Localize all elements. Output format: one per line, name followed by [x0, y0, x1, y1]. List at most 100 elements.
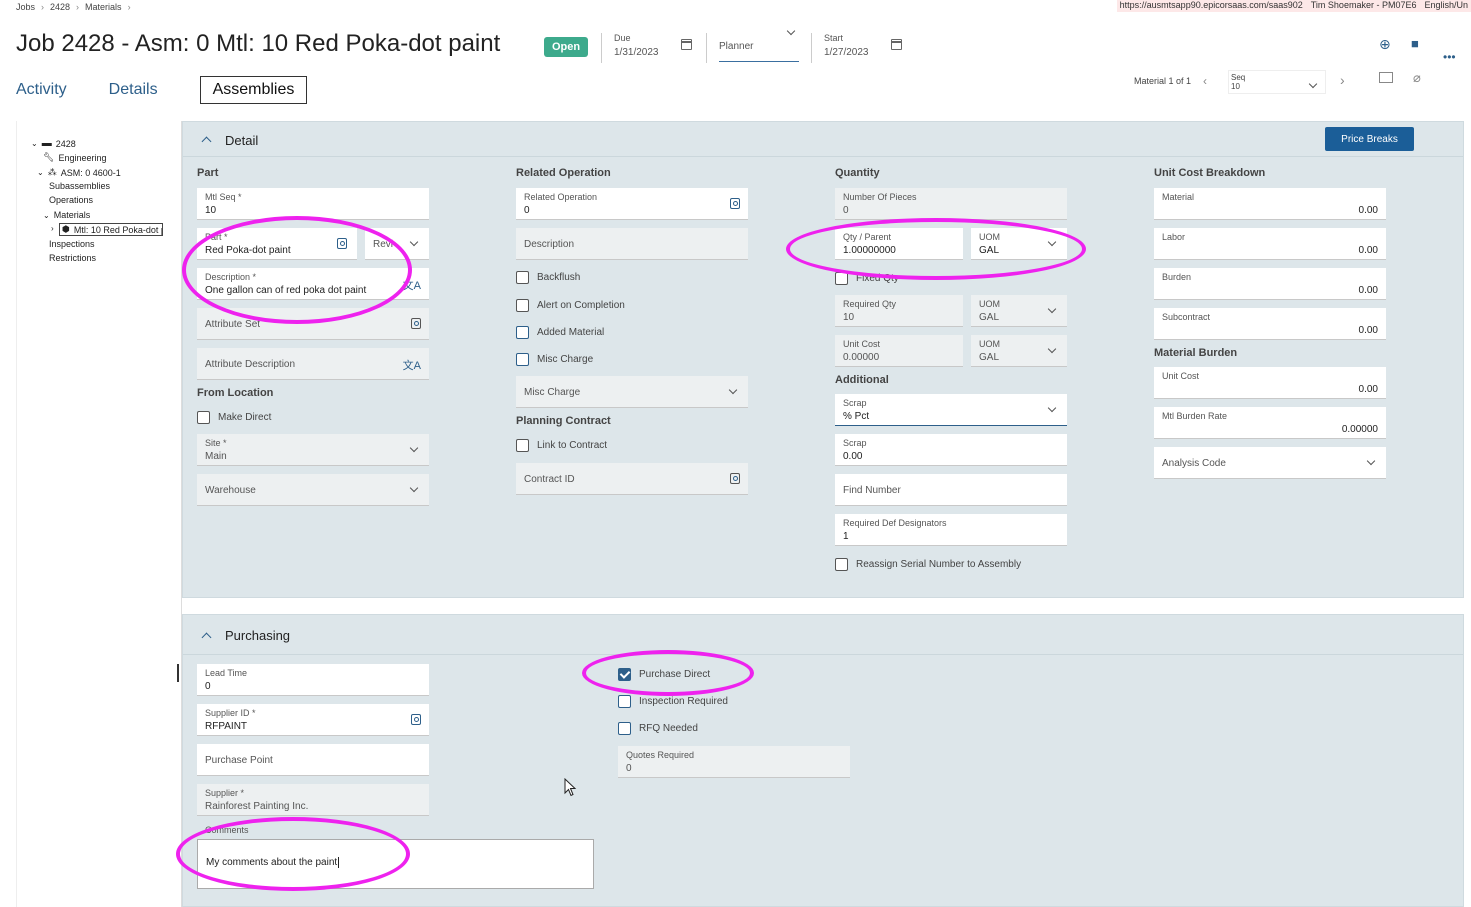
warehouse-dropdown[interactable]: Warehouse — [197, 474, 429, 506]
burden-unit-cost-field[interactable]: Unit Cost 0.00 — [1154, 367, 1386, 399]
page-title: Job 2428 - Asm: 0 Mtl: 10 Red Poka-dot p… — [16, 30, 501, 57]
search-icon[interactable] — [337, 238, 347, 249]
make-direct-checkbox[interactable]: Make Direct — [197, 411, 271, 424]
detail-title: Detail — [225, 133, 259, 148]
breadcrumb-materials[interactable]: Materials — [85, 2, 122, 12]
revision-dropdown[interactable]: Revi — [365, 228, 429, 260]
seq-label: Seq — [1231, 73, 1246, 82]
uom-dropdown[interactable]: UOM GAL — [971, 228, 1067, 260]
tree-materials[interactable]: ⌄ Materials — [43, 210, 90, 220]
comments-textarea[interactable]: My comments about the paint — [197, 839, 594, 889]
part-field[interactable]: Part * Red Poka-dot paint — [197, 228, 357, 260]
due-label: Due — [614, 33, 631, 43]
tree-panel: ⌄ ▬ 2428 🔧︎ Engineering ⌄ ⁂ ASM: 0 4600-1 Sub… — [16, 121, 182, 907]
tree-asm[interactable]: ⌄ ⁂ ASM: 0 4600-1 — [37, 167, 121, 178]
divider — [601, 33, 602, 63]
inspection-required-checkbox[interactable]: Inspection Required — [618, 695, 728, 708]
breadcrumb-job[interactable]: 2428 — [50, 2, 70, 12]
tree-inspections[interactable]: Inspections — [49, 239, 95, 249]
misc-charge-dropdown[interactable]: Misc Charge — [516, 376, 748, 408]
add-icon[interactable]: ⊕ — [1379, 36, 1391, 53]
prev-icon[interactable]: ‹ — [1203, 74, 1207, 88]
next-icon[interactable]: › — [1340, 72, 1345, 88]
breadcrumb: Jobs › 2428 › Materials › — [16, 2, 131, 12]
tree-subassemblies[interactable]: Subassemblies — [49, 181, 110, 191]
planning-contract-section: Planning Contract — [516, 415, 611, 427]
lead-time-field[interactable]: Lead Time 0 — [197, 664, 429, 696]
labor-cost-field[interactable]: Labor 0.00 — [1154, 228, 1386, 260]
translate-icon[interactable]: 文A — [403, 277, 421, 293]
misc-charge-checkbox[interactable]: Misc Charge — [516, 353, 593, 366]
more-icon[interactable]: ••• — [1443, 50, 1456, 64]
purchase-direct-checkbox[interactable]: Purchase Direct — [618, 668, 710, 681]
mtl-seq-field[interactable]: Mtl Seq * 10 — [197, 188, 429, 220]
from-location-section: From Location — [197, 387, 274, 399]
fixed-qty-checkbox[interactable]: Fixed Qty — [835, 272, 899, 285]
price-breaks-button[interactable]: Price Breaks — [1325, 127, 1414, 151]
search-icon[interactable] — [730, 473, 740, 484]
tab-details[interactable]: Details — [109, 77, 158, 103]
language[interactable]: English/Un — [1424, 0, 1468, 12]
collapse-icon[interactable] — [201, 632, 212, 643]
tree-mtl[interactable]: ⬢Mtl: 10 Red Poka-dot pai — [59, 223, 163, 236]
scrap-type-dropdown[interactable]: Scrap% Pct — [835, 394, 1067, 426]
tree-restrictions[interactable]: Restrictions — [49, 253, 96, 263]
search-icon[interactable] — [411, 714, 421, 725]
tree-operations[interactable]: Operations — [49, 195, 93, 205]
related-operation-field[interactable]: Related Operation 0 — [516, 188, 748, 220]
added-material-checkbox[interactable]: Added Material — [516, 326, 604, 339]
attribute-set-field[interactable]: Attribute Set — [197, 308, 429, 340]
find-number-field[interactable]: Find Number — [835, 474, 1067, 506]
start-field[interactable]: Start 1/27/2023 — [824, 33, 869, 58]
wrench-icon: 🔧︎ — [43, 152, 55, 162]
search-icon[interactable] — [730, 198, 740, 209]
tree-toggle[interactable]: › — [51, 224, 54, 233]
subcontract-cost-field[interactable]: Subcontract 0.00 — [1154, 308, 1386, 340]
due-field[interactable]: Due 1/31/2023 — [614, 33, 659, 58]
panel-icon[interactable] — [1379, 72, 1393, 83]
resize-handle[interactable] — [177, 664, 179, 682]
number-of-pieces-field: Number Of Pieces 0 — [835, 188, 1067, 220]
contract-id-field[interactable]: Contract ID — [516, 463, 748, 495]
search-icon[interactable] — [411, 318, 421, 329]
analysis-code-dropdown[interactable]: Analysis Code — [1154, 447, 1386, 479]
required-uom-dropdown[interactable]: UOM GAL — [971, 295, 1067, 327]
tree-engineering[interactable]: 🔧︎ Engineering — [43, 152, 106, 163]
user-bar: https://ausmtsapp90.epicorsaas.com/saas9… — [1116, 0, 1471, 12]
purchasing-header[interactable]: Purchasing — [183, 615, 1463, 655]
scrap-field[interactable]: Scrap 0.00 — [835, 434, 1067, 466]
breadcrumb-jobs[interactable]: Jobs — [16, 2, 35, 12]
description-field[interactable]: Description * One gallon can of red poka … — [197, 268, 429, 300]
save-icon[interactable]: ■ — [1411, 36, 1419, 51]
required-def-designators-field[interactable]: Required Def Designators 1 — [835, 514, 1067, 546]
purchase-point-field[interactable]: Purchase Point — [197, 744, 429, 776]
collapse-icon[interactable] — [201, 136, 212, 147]
calendar-icon[interactable] — [891, 39, 902, 50]
attachment-icon[interactable]: ⌀ — [1413, 70, 1421, 86]
qty-parent-field[interactable]: Qty / Parent 1.00000000 — [835, 228, 963, 260]
backflush-checkbox[interactable]: Backflush — [516, 271, 580, 284]
material-cost-field[interactable]: Material 0.00 — [1154, 188, 1386, 220]
calendar-icon[interactable] — [681, 39, 692, 50]
site-dropdown[interactable]: Site * Main — [197, 434, 429, 466]
planner-dropdown[interactable]: Planner — [719, 30, 799, 62]
reassign-serial-checkbox[interactable]: Reassign Serial Number to Assembly — [835, 558, 1021, 571]
rfq-needed-checkbox[interactable]: RFQ Needed — [618, 722, 698, 735]
tab-activity[interactable]: Activity — [16, 77, 67, 103]
tab-assemblies[interactable]: Assemblies — [199, 76, 308, 104]
supplier-id-field[interactable]: Supplier ID * RFPAINT — [197, 704, 429, 736]
mtl-burden-rate-field[interactable]: Mtl Burden Rate 0.00000 — [1154, 407, 1386, 439]
tab-bar: Activity Details Assemblies — [16, 76, 349, 104]
detail-header[interactable]: Detail — [183, 122, 1463, 157]
cost-uom-dropdown[interactable]: UOM GAL — [971, 335, 1067, 367]
url-text: https://ausmtsapp90.epicorsaas.com/saas9… — [1119, 0, 1303, 10]
link-contract-checkbox[interactable]: Link to Contract — [516, 439, 607, 452]
tree-root[interactable]: ⌄ ▬ 2428 — [31, 138, 76, 149]
burden-cost-field[interactable]: Burden 0.00 — [1154, 268, 1386, 300]
alert-checkbox[interactable]: Alert on Completion — [516, 299, 625, 312]
user-name[interactable]: Tim Shoemaker - PM07E6 — [1311, 0, 1417, 12]
supplier-name-field: Supplier * Rainforest Painting Inc. — [197, 784, 429, 816]
status-badge: Open — [544, 37, 588, 57]
attribute-description-field[interactable]: Attribute Description 文A — [197, 348, 429, 380]
translate-icon[interactable]: 文A — [403, 357, 421, 373]
